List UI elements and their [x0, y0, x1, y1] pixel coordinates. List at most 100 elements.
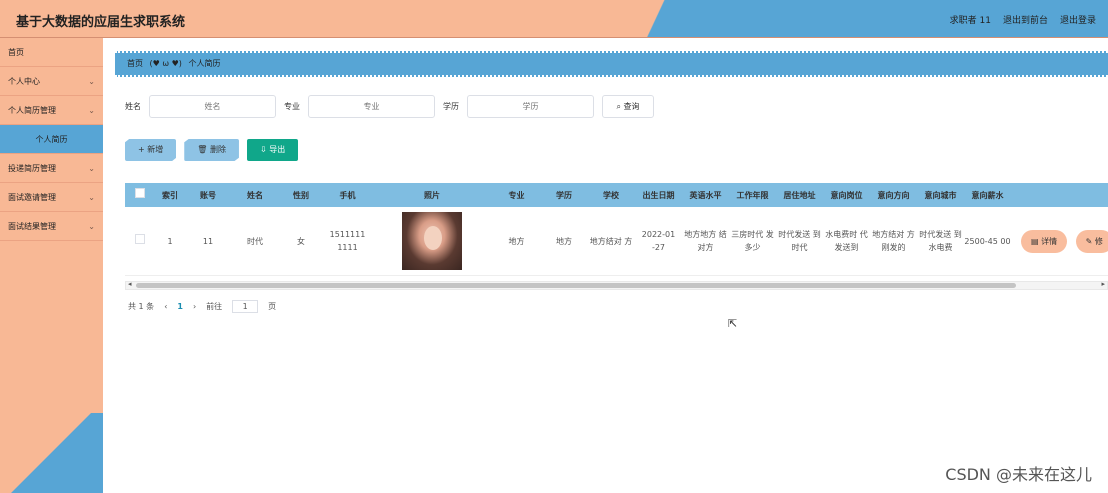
query-button[interactable]: ⌕ 查询 — [602, 95, 654, 118]
detail-button[interactable]: ▤ 详情 — [1023, 231, 1066, 251]
cell-account: 11 — [202, 236, 214, 246]
current-user: 求职者 11 — [949, 16, 991, 26]
cell-phone: 1511111 1111 — [329, 230, 366, 252]
cell-salary: 2500-45 00 — [964, 236, 1011, 246]
sidebar-item-label: 个人中心 — [8, 77, 40, 86]
mouse-cursor-icon: ⇱ — [728, 317, 738, 330]
cell-work-years: 三房时代 发多少 — [731, 230, 774, 252]
goto-label: 前往 — [206, 302, 223, 311]
col-header: 意向薪水 — [971, 190, 1004, 200]
cell-name: 时代 — [247, 236, 263, 246]
sidebar-item-label: 首页 — [8, 48, 24, 57]
col-header: 照片 — [424, 190, 440, 200]
heart-icon: (♥ ω ♥) — [149, 59, 182, 68]
watermark: CSDN @未来在这儿 — [945, 465, 1092, 484]
table-row: 1 11 时代 女 1511111 1111 地方 地方 地方结对 方 2022… — [125, 207, 1108, 276]
sidebar-decoration — [0, 413, 103, 493]
scroll-right-icon[interactable]: ▸ — [1101, 280, 1105, 288]
sidebar-item-delivery-management[interactable]: 投递简历管理 ⌄ — [0, 154, 103, 183]
chevron-down-icon: ⌄ — [88, 106, 95, 115]
system-title: 基于大数据的应届生求职系统 — [16, 15, 186, 30]
profile-photo — [402, 212, 462, 270]
delete-button[interactable]: 🗑 删除 — [184, 139, 239, 161]
page-suffix: 页 — [268, 302, 277, 311]
search-form: 姓名 专业 学历 ⌕ 查询 — [125, 95, 654, 118]
chevron-down-icon: ⌄ — [88, 77, 95, 86]
prev-page-icon[interactable]: ‹ — [164, 302, 167, 311]
goto-page-input[interactable]: 1 — [232, 300, 259, 313]
cell-major: 地方 — [508, 236, 525, 246]
chevron-down-icon: ⌄ — [88, 193, 95, 202]
col-header: 索引 — [162, 190, 178, 200]
breadcrumb: 首页 (♥ ω ♥) 个人简历 — [115, 51, 1108, 77]
cell-photo — [372, 212, 492, 270]
sidebar-item-interview-result[interactable]: 面试结果管理 ⌄ — [0, 212, 103, 241]
col-header: 意向方向 — [877, 190, 910, 200]
education-search-input[interactable] — [467, 95, 594, 118]
top-header: 基于大数据的应届生求职系统 求职者 11 退出到前台 退出登录 — [0, 0, 1108, 38]
filter-label-name: 姓名 — [125, 102, 141, 111]
row-checkbox[interactable] — [125, 234, 155, 248]
sidebar-item-label: 面试邀请管理 — [8, 193, 56, 202]
sidebar-item-label: 个人简历 — [35, 135, 68, 144]
col-header: 学校 — [603, 190, 619, 200]
chevron-down-icon: ⌄ — [88, 222, 95, 231]
cell-birth-date: 2022-01 -27 — [641, 230, 676, 252]
col-header: 居住地址 — [783, 190, 816, 200]
col-header: 英语水平 — [689, 190, 722, 200]
sidebar: 首页 个人中心 ⌄ 个人简历管理 ⌄ 个人简历 投递简历管理 ⌄ 面试邀请管理 ⌄ 面试… — [0, 38, 103, 493]
breadcrumb-current: 个人简历 — [188, 59, 221, 68]
cell-direction: 地方结对 方刚发的 — [872, 230, 915, 252]
name-search-input[interactable] — [149, 95, 276, 118]
col-header: 学历 — [556, 190, 572, 200]
exit-to-front-link[interactable]: 退出到前台 — [1003, 13, 1048, 26]
cell-index: 1 — [167, 236, 173, 246]
cell-gender: 女 — [297, 236, 305, 246]
sidebar-item-resume[interactable]: 个人简历 — [0, 125, 103, 154]
chevron-down-icon: ⌄ — [88, 164, 95, 173]
sidebar-item-resume-management[interactable]: 个人简历管理 ⌄ — [0, 96, 103, 125]
header-actions: 求职者 11 退出到前台 退出登录 — [950, 13, 1096, 26]
edit-button[interactable]: ✎ 修 — [1077, 231, 1108, 251]
cell-city: 时代发送 到水电费 — [919, 230, 962, 252]
main-content: 首页 (♥ ω ♥) 个人简历 姓名 专业 学历 ⌕ 查询 + 新增 🗑 删除 … — [103, 38, 1108, 493]
sidebar-item-personal-center[interactable]: 个人中心 ⌄ — [0, 67, 103, 96]
col-header: 姓名 — [247, 190, 263, 200]
cell-english: 地方地方 结对方 — [684, 230, 727, 252]
action-bar: + 新增 🗑 删除 ⇩ 导出 — [125, 139, 306, 161]
cell-address: 时代发送 到时代 — [778, 230, 821, 252]
col-header: 工作年限 — [736, 190, 769, 200]
sidebar-item-label: 面试结果管理 — [8, 222, 56, 231]
major-search-input[interactable] — [308, 95, 435, 118]
filter-label-major: 专业 — [284, 102, 300, 111]
horizontal-scrollbar[interactable]: ◂ ▸ — [125, 280, 1108, 290]
sidebar-item-home[interactable]: 首页 — [0, 38, 103, 67]
col-header: 性别 — [293, 190, 309, 200]
col-header: 账号 — [200, 190, 216, 200]
add-button[interactable]: + 新增 — [125, 139, 177, 161]
filter-label-education: 学历 — [443, 102, 459, 111]
page-number[interactable]: 1 — [177, 302, 183, 311]
col-header: 出生日期 — [642, 190, 675, 200]
table-header: 索引 账号 姓名 性别 手机 照片 专业 学历 学校 出生日期 英语水平 工作年… — [125, 183, 1108, 207]
cell-education: 地方 — [556, 236, 572, 246]
scroll-left-icon[interactable]: ◂ — [128, 280, 132, 288]
col-header: 意向岗位 — [830, 190, 863, 200]
cell-school: 地方结对 方 — [589, 236, 633, 246]
breadcrumb-home[interactable]: 首页 — [127, 59, 143, 68]
col-header: 意向城市 — [924, 190, 957, 200]
col-header: 专业 — [508, 190, 525, 200]
export-button[interactable]: ⇩ 导出 — [246, 139, 299, 161]
col-header: 操作 — [1011, 189, 1108, 202]
cell-operations: ▤ 详情 ✎ 修 — [1011, 231, 1108, 251]
next-page-icon[interactable]: › — [193, 302, 196, 311]
resume-table: 索引 账号 姓名 性别 手机 照片 专业 学历 学校 出生日期 英语水平 工作年… — [125, 183, 1108, 276]
scrollbar-thumb[interactable] — [136, 283, 1016, 288]
pagination: 共 1 条 ‹ 1 › 前往 1 页 — [128, 300, 276, 313]
sidebar-item-label: 个人简历管理 — [8, 106, 56, 115]
logout-link[interactable]: 退出登录 — [1060, 13, 1096, 26]
sidebar-item-interview-invite[interactable]: 面试邀请管理 ⌄ — [0, 183, 103, 212]
select-all-checkbox[interactable] — [125, 188, 155, 202]
sidebar-item-label: 投递简历管理 — [8, 164, 56, 173]
total-count: 共 1 条 — [128, 302, 155, 311]
